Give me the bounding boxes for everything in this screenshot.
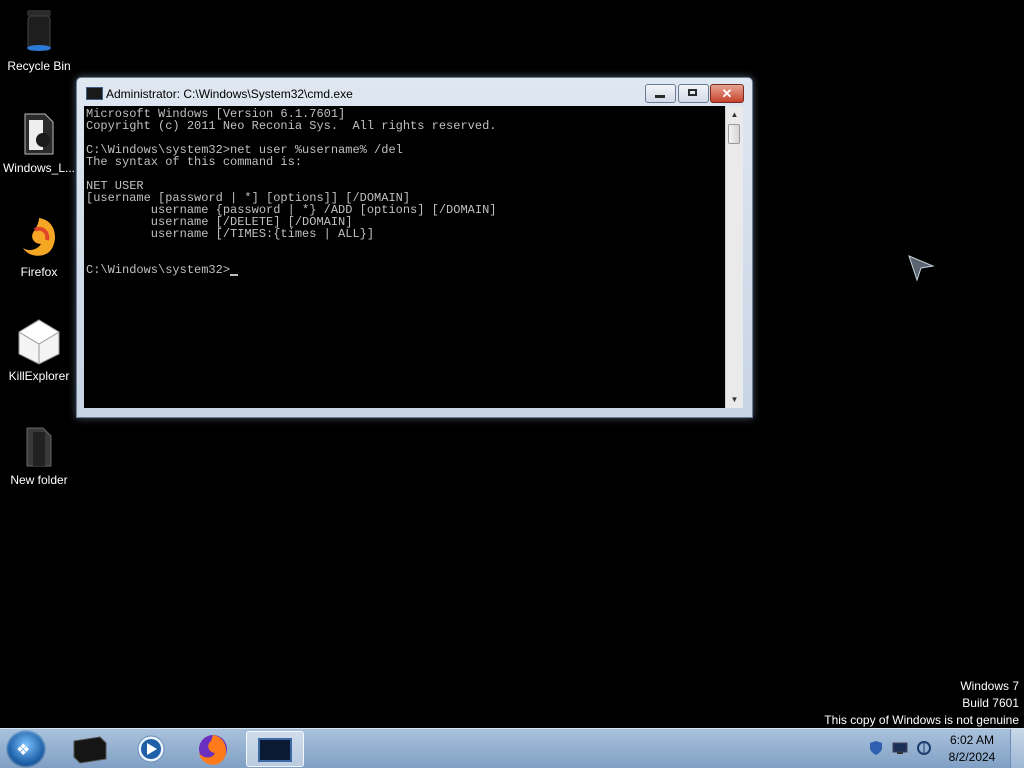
media-player-icon: [137, 735, 165, 763]
start-button[interactable]: ❖: [6, 730, 46, 768]
cube-icon: [15, 318, 63, 366]
desktop-icon-killexplorer[interactable]: KillExplorer: [0, 318, 78, 383]
terminal-app-icon: [73, 736, 107, 764]
desktop-icon-label: Windows_L...: [2, 161, 76, 175]
taskbar: ❖: [0, 728, 1024, 768]
maximize-button[interactable]: [678, 84, 709, 103]
firefox-icon: [199, 735, 227, 765]
console-line: Copyright (c) 2011 Neo Reconia Sys. All …: [86, 119, 497, 133]
console-line: username [/TIMES:{times | ALL}]: [86, 227, 375, 241]
scroll-up-icon[interactable]: ▲: [726, 106, 743, 123]
display-icon[interactable]: [892, 740, 908, 756]
console-output[interactable]: Microsoft Windows [Version 6.1.7601] Copy…: [84, 106, 725, 408]
close-button[interactable]: ✕: [710, 84, 744, 103]
firefox-icon: [15, 214, 63, 262]
folder-icon: [15, 110, 63, 158]
text-cursor: [230, 274, 239, 276]
recycle-bin-icon: [15, 8, 63, 56]
console-prompt-line[interactable]: C:\Windows\system32>: [86, 264, 725, 276]
cmd-icon: [86, 87, 103, 100]
maximize-icon: [688, 89, 697, 96]
watermark-build: Build 7601: [962, 696, 1019, 710]
window-title: Administrator: C:\Windows\System32\cmd.e…: [106, 87, 353, 101]
minimize-button[interactable]: [645, 84, 676, 103]
defender-icon[interactable]: [868, 740, 884, 756]
close-icon: ✕: [721, 86, 733, 101]
mouse-pointer-icon: [907, 254, 935, 287]
taskbar-app-media-player[interactable]: [124, 731, 178, 767]
window-titlebar[interactable]: Administrator: C:\Windows\System32\cmd.e…: [77, 78, 752, 106]
desktop-icon-label: Firefox: [20, 265, 58, 279]
folder-icon: [15, 422, 63, 470]
clock-date: 8/2/2024: [948, 750, 996, 764]
console-prompt: C:\Windows\system32>: [86, 263, 231, 277]
desktop-icon-windows-l[interactable]: Windows_L...: [0, 110, 78, 175]
desktop-icon-label: Recycle Bin: [7, 59, 71, 73]
cmd-icon: [258, 738, 292, 762]
genuine-watermark: Windows 7 Build 7601 This copy of Window…: [824, 678, 1019, 729]
desktop-icon-label: KillExplorer: [8, 369, 70, 383]
windows-logo-icon: ❖: [16, 742, 31, 759]
taskbar-app-cmd[interactable]: [246, 731, 304, 767]
cmd-window[interactable]: Administrator: C:\Windows\System32\cmd.e…: [76, 77, 753, 418]
scroll-down-icon[interactable]: ▼: [726, 391, 743, 408]
desktop-icon-new-folder[interactable]: New folder: [0, 422, 78, 487]
minimize-icon: [655, 95, 665, 98]
taskbar-clock[interactable]: 6:02 AM 8/2/2024: [930, 732, 1014, 766]
desktop-icon-firefox[interactable]: Firefox: [0, 214, 78, 279]
desktop-icon-label: New folder: [10, 473, 68, 487]
taskbar-app-terminal[interactable]: [62, 731, 116, 767]
taskbar-app-firefox[interactable]: [186, 731, 240, 767]
console-line: The syntax of this command is:: [86, 155, 303, 169]
desktop-icon-recycle-bin[interactable]: Recycle Bin: [0, 8, 78, 73]
watermark-notice: This copy of Windows is not genuine: [824, 713, 1019, 727]
vertical-scrollbar[interactable]: ▲ ▼: [725, 106, 743, 408]
watermark-os: Windows 7: [960, 679, 1019, 693]
scrollbar-thumb[interactable]: [728, 124, 740, 144]
clock-time: 6:02 AM: [949, 733, 995, 747]
